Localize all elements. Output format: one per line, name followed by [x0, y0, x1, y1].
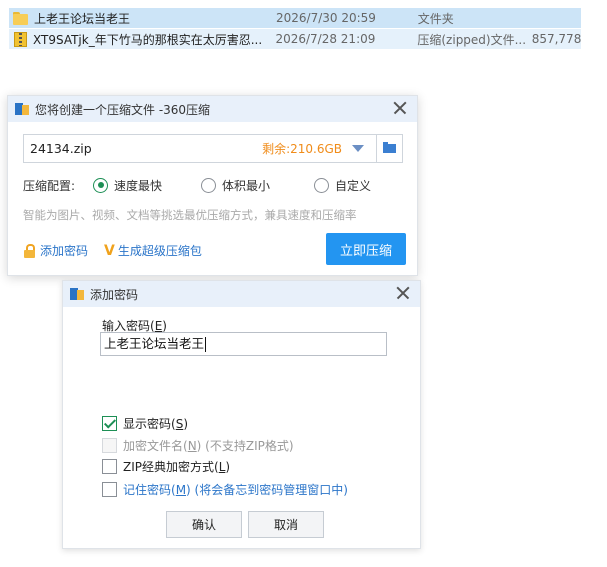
- option-label: 显示密码(: [123, 417, 176, 431]
- file-list-row[interactable]: 上老王论坛当老王 2026/7/30 20:59 文件夹: [9, 8, 581, 28]
- cancel-button[interactable]: 取消: [248, 511, 324, 538]
- compress-dialog-titlebar: 您将创建一个压缩文件 -360压缩: [8, 96, 417, 122]
- compress-dialog-title: 您将创建一个压缩文件 -360压缩: [35, 102, 211, 117]
- option-label: 记住密码(: [123, 483, 176, 497]
- super-package-link[interactable]: 生成超级压缩包: [118, 242, 202, 259]
- dropdown-arrow-icon[interactable]: [352, 145, 364, 152]
- option-label: 体积最小: [222, 178, 271, 193]
- zip-file-icon: [14, 31, 27, 47]
- file-size: 857,778: [531, 32, 581, 46]
- compress-now-button[interactable]: 立即压缩: [326, 233, 406, 265]
- option-label: 自定义: [335, 178, 372, 193]
- show-password-checkbox[interactable]: [102, 416, 117, 431]
- remember-password-option[interactable]: 记住密码(M) (将会备忘到密码管理窗口中): [102, 481, 348, 498]
- option-label: ZIP经典加密方式(: [123, 460, 219, 474]
- zip-classic-checkbox[interactable]: [102, 459, 117, 474]
- accelerator-key: S: [175, 416, 184, 431]
- accelerator-key: L: [218, 459, 226, 474]
- browse-folder-icon[interactable]: [377, 135, 402, 162]
- dialog-links: 添加密码 V 生成超级压缩包: [23, 242, 202, 259]
- free-space-label: 剩余:210.6GB: [262, 142, 342, 156]
- option-custom-radio[interactable]: 自定义: [314, 177, 371, 194]
- file-date: 2026/7/28 21:09: [275, 32, 376, 46]
- file-list-row[interactable]: XT9SATjk_年下竹马的那根实在太厉害忍... 2026/7/28 21:0…: [9, 29, 581, 49]
- radio-selected-icon: [93, 177, 108, 193]
- add-password-link[interactable]: 添加密码: [40, 242, 88, 259]
- file-type: 文件夹: [417, 11, 454, 26]
- text-caret: [205, 336, 207, 352]
- file-type: 压缩(zipped)文件...: [417, 32, 527, 47]
- archive-filename[interactable]: 24134.zip: [30, 141, 262, 156]
- file-name: 上老王论坛当老王: [34, 11, 131, 26]
- file-date: 2026/7/30 20:59: [276, 11, 376, 25]
- accelerator-key: N: [187, 438, 197, 453]
- password-dialog-title: 添加密码: [90, 287, 139, 302]
- label-text: ): [162, 319, 167, 333]
- password-value: 上老王论坛当老王: [104, 336, 205, 351]
- option-label: ): [183, 416, 188, 431]
- option-label: ) (将会备忘到密码管理窗口中): [186, 483, 348, 497]
- label-text: 输入密码(: [102, 319, 155, 333]
- vip-v-icon: V: [104, 242, 115, 259]
- option-fastest-radio[interactable]: 速度最快: [93, 177, 201, 194]
- folder-icon: [12, 10, 30, 26]
- radio-icon: [314, 177, 329, 193]
- option-label: 加密文件名(: [123, 439, 188, 453]
- config-label: 压缩配置:: [23, 178, 76, 193]
- compress-config-row: 压缩配置: 速度最快 体积最小 自定义: [23, 176, 371, 194]
- archive-path-field[interactable]: 24134.zip 剩余:210.6GB: [23, 134, 403, 163]
- confirm-button[interactable]: 确认: [166, 511, 242, 538]
- encrypt-filenames-option[interactable]: 加密文件名(N) (不支持ZIP格式): [102, 437, 294, 454]
- app-logo-icon: [15, 102, 30, 116]
- accelerator-key: M: [175, 482, 187, 497]
- app-logo-icon: [70, 287, 85, 301]
- radio-icon: [201, 177, 216, 193]
- password-dialog-titlebar: 添加密码: [63, 281, 420, 307]
- compress-dialog: 您将创建一个压缩文件 -360压缩 24134.zip 剩余:210.6GB 压…: [7, 95, 418, 276]
- lock-icon: [23, 243, 36, 258]
- encrypt-filenames-checkbox[interactable]: [102, 438, 117, 453]
- show-password-option[interactable]: 显示密码(S): [102, 415, 188, 432]
- option-smallest-radio[interactable]: 体积最小: [201, 177, 314, 194]
- zip-classic-option[interactable]: ZIP经典加密方式(L): [102, 458, 230, 475]
- password-input[interactable]: 上老王论坛当老王: [100, 332, 387, 356]
- option-label: ): [225, 459, 231, 474]
- option-label: ) (不支持ZIP格式): [196, 439, 294, 453]
- file-name: XT9SATjk_年下竹马的那根实在太厉害忍...: [33, 32, 263, 47]
- option-label: 速度最快: [114, 178, 163, 193]
- close-icon[interactable]: [394, 284, 412, 302]
- add-password-dialog: 添加密码 输入密码(E) 上老王论坛当老王 显示密码(S) 加密文件名(N) (…: [62, 280, 421, 549]
- remember-password-checkbox[interactable]: [102, 482, 117, 497]
- close-icon[interactable]: [391, 99, 409, 117]
- compress-hint: 智能为图片、视频、文档等挑选最优压缩方式，兼具速度和压缩率: [23, 208, 357, 222]
